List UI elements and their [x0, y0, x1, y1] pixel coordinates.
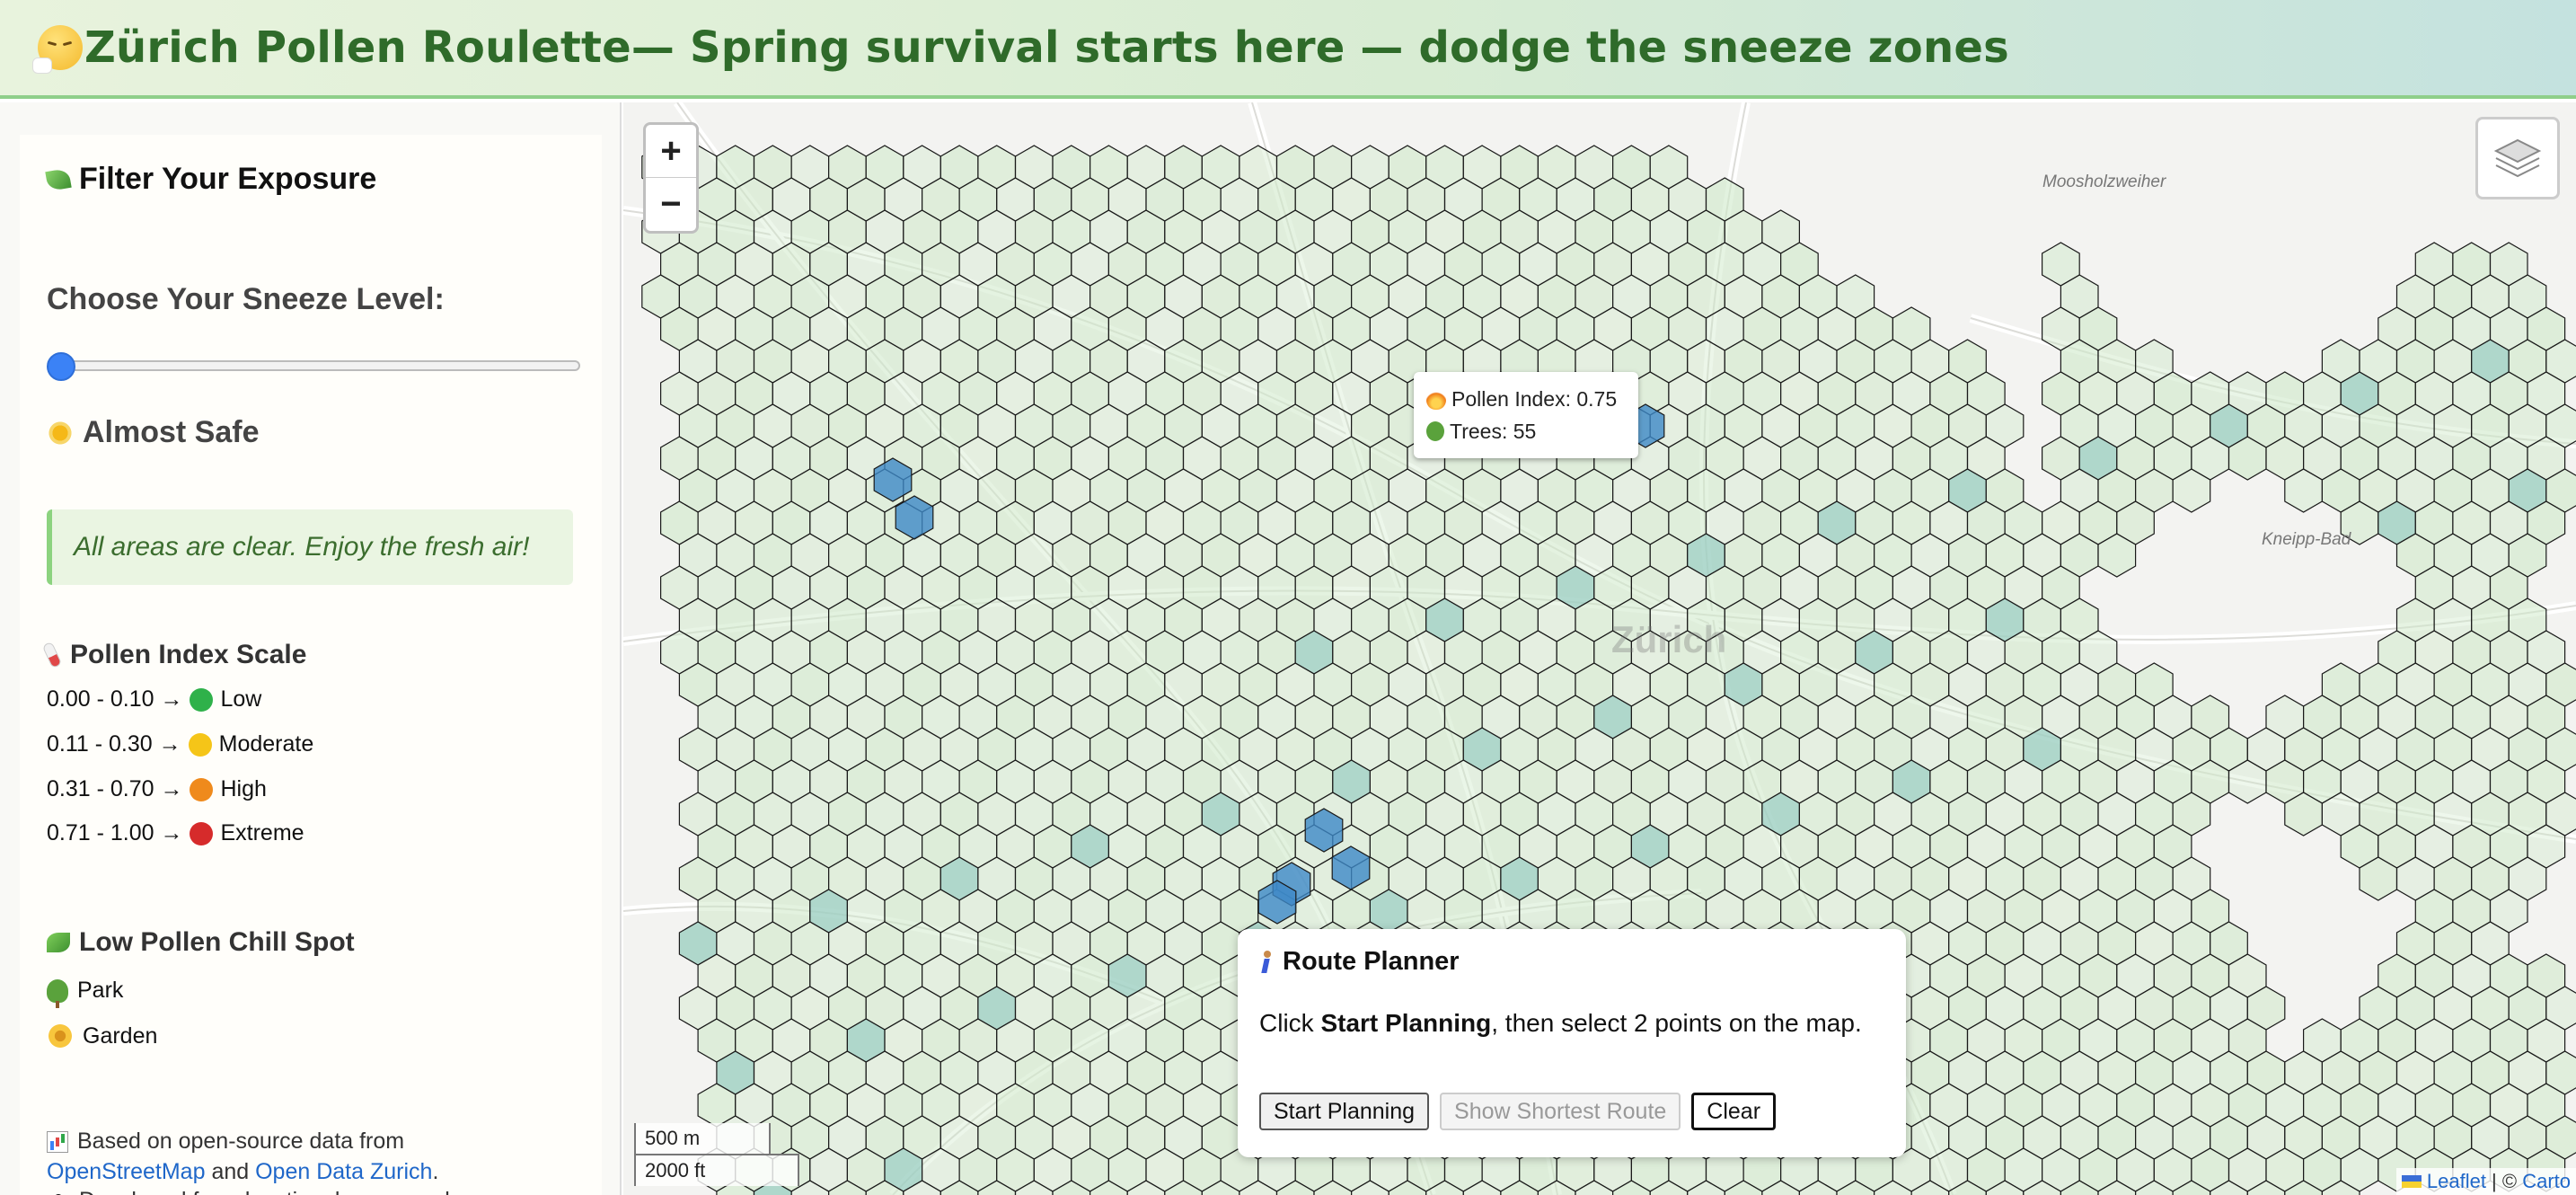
leaflet-link[interactable]: Leaflet: [2427, 1170, 2486, 1193]
route-planner-title: Route Planner: [1259, 947, 1884, 977]
level-status-title: Almost Safe: [47, 415, 260, 450]
herb-icon: [47, 933, 70, 952]
map-label-kneipp-bad: Kneipp-Bad: [2262, 530, 2351, 549]
show-shortest-route-button[interactable]: Show Shortest Route: [1440, 1093, 1681, 1130]
green-circle-icon: [190, 687, 214, 712]
status-message-box: All areas are clear. Enjoy the fresh air…: [47, 509, 573, 585]
scale-range: 0.31 - 0.70 →: [47, 776, 183, 801]
scale-label: Extreme: [220, 820, 304, 845]
tooltip-trees-count: Trees: 55: [1450, 419, 1537, 443]
scale-feet: 2000 ft: [634, 1154, 799, 1186]
attribution-separator: | ©: [2485, 1170, 2523, 1192]
bar-chart-icon: [47, 1130, 68, 1153]
open-data-zurich-link[interactable]: Open Data Zurich: [255, 1159, 432, 1184]
chill-spot-title-text: Low Pollen Chill Spot: [79, 927, 355, 957]
thermometer-icon: [41, 641, 63, 669]
scale-row-low: 0.00 - 0.10 → Low: [47, 686, 261, 713]
walking-person-icon: [1259, 950, 1274, 974]
chill-item-park: Park: [47, 978, 124, 1008]
page-title: Zürich Pollen Roulette— Spring survival …: [32, 22, 2009, 74]
scale-row-moderate: 0.11 - 0.30 → Moderate: [47, 731, 313, 757]
chill-item-garden: Garden: [47, 1022, 157, 1049]
credit-text: Based on open-source data from: [77, 1129, 405, 1154]
data-credit-links: OpenStreetMap and Open Data Zurich.: [47, 1159, 438, 1185]
yellow-circle-icon: [188, 732, 212, 757]
route-buttons: Start Planning Show Shortest Route Clear: [1259, 1093, 1777, 1130]
scale-row-extreme: 0.71 - 1.00 → Extreme: [47, 820, 304, 846]
tree-icon: [1426, 421, 1444, 441]
developer-credit-text: Developed for educational purposes by: [79, 1188, 469, 1195]
app-header: Zürich Pollen Roulette— Spring survival …: [0, 0, 2576, 99]
layers-icon: [2493, 138, 2542, 178]
tooltip-pollen-row: Pollen Index: 0.75: [1426, 383, 1626, 415]
instructions-suffix: , then select 2 points on the map.: [1491, 1009, 1862, 1037]
hex-tooltip: Pollen Index: 0.75 Trees: 55: [1414, 372, 1638, 458]
status-message: All areas are clear. Enjoy the fresh air…: [74, 532, 530, 562]
scale-range: 0.00 - 0.10 →: [47, 686, 183, 712]
filter-title-text: Filter Your Exposure: [79, 162, 377, 196]
sneeze-level-slider[interactable]: [59, 360, 580, 371]
route-planner-title-text: Route Planner: [1283, 947, 1460, 976]
route-planner-panel: Route Planner Click Start Planning, then…: [1238, 929, 1906, 1157]
flower-icon: [47, 1022, 74, 1049]
tooltip-pollen-index: Pollen Index: 0.75: [1451, 386, 1618, 411]
fire-icon: [1426, 388, 1446, 410]
chill-spot-title: Low Pollen Chill Spot: [47, 927, 355, 958]
red-circle-icon: [190, 821, 214, 845]
sidebar: Filter Your Exposure Choose Your Sneeze …: [0, 102, 622, 1195]
osm-link[interactable]: OpenStreetMap: [47, 1159, 206, 1184]
clear-button[interactable]: Clear: [1691, 1093, 1777, 1130]
filter-title: Filter Your Exposure: [45, 162, 377, 197]
page-title-text: Zürich Pollen Roulette— Spring survival …: [84, 22, 2009, 73]
level-status-text: Almost Safe: [83, 415, 260, 449]
scale-range: 0.11 - 0.30 →: [47, 731, 181, 757]
scale-range: 0.71 - 1.00 →: [47, 820, 183, 845]
filter-panel: Filter Your Exposure Choose Your Sneeze …: [20, 135, 602, 1195]
sunflower-icon: [47, 419, 74, 447]
ukraine-flag-icon: [2401, 1175, 2422, 1188]
credit-period: .: [432, 1159, 439, 1184]
scale-label: Low: [220, 686, 262, 712]
layers-button[interactable]: [2475, 117, 2560, 199]
developer-credit: Developed for educational purposes by: [47, 1188, 469, 1195]
route-planner-instructions: Click Start Planning, then select 2 poin…: [1259, 1009, 1884, 1038]
map-label-zurich: Zürich: [1611, 618, 1727, 660]
instructions-prefix: Click: [1259, 1009, 1321, 1037]
test-tube-icon: [45, 167, 72, 191]
zoom-in-button[interactable]: +: [646, 125, 696, 178]
map-scale-bar: 500 m 2000 ft: [634, 1123, 799, 1186]
tooltip-trees-row: Trees: 55: [1426, 415, 1626, 447]
sneeze-level-label: Choose Your Sneeze Level:: [47, 282, 445, 316]
carto-link[interactable]: Carto: [2522, 1170, 2571, 1193]
scale-row-high: 0.31 - 0.70 → High: [47, 776, 267, 802]
sneezing-face-icon: [32, 25, 83, 74]
pollen-scale-title: Pollen Index Scale: [41, 640, 307, 670]
scale-label: Moderate: [218, 731, 314, 757]
orange-circle-icon: [190, 777, 214, 801]
data-credit: Based on open-source data from: [47, 1129, 404, 1155]
map-attribution: Leaflet | © Carto: [2395, 1168, 2576, 1195]
start-planning-button[interactable]: Start Planning: [1259, 1093, 1430, 1130]
slider-thumb[interactable]: [47, 352, 75, 381]
tree-icon: [47, 978, 68, 1008]
zoom-out-button[interactable]: −: [646, 178, 696, 231]
map-label-moosholzweiher: Moosholzweiher: [2042, 173, 2166, 191]
zoom-control: + −: [643, 122, 699, 234]
scale-label: High: [220, 776, 267, 801]
chill-item-label: Garden: [83, 1022, 158, 1049]
credit-and: and: [205, 1159, 256, 1184]
chill-item-label: Park: [77, 978, 124, 1003]
scale-meters: 500 m: [634, 1123, 771, 1155]
map-view[interactable]: Moosholzweiher Kneipp-Bad Zürich + − Pol…: [623, 102, 2576, 1195]
instructions-bold: Start Planning: [1320, 1009, 1492, 1037]
pollen-scale-title-text: Pollen Index Scale: [70, 640, 307, 669]
